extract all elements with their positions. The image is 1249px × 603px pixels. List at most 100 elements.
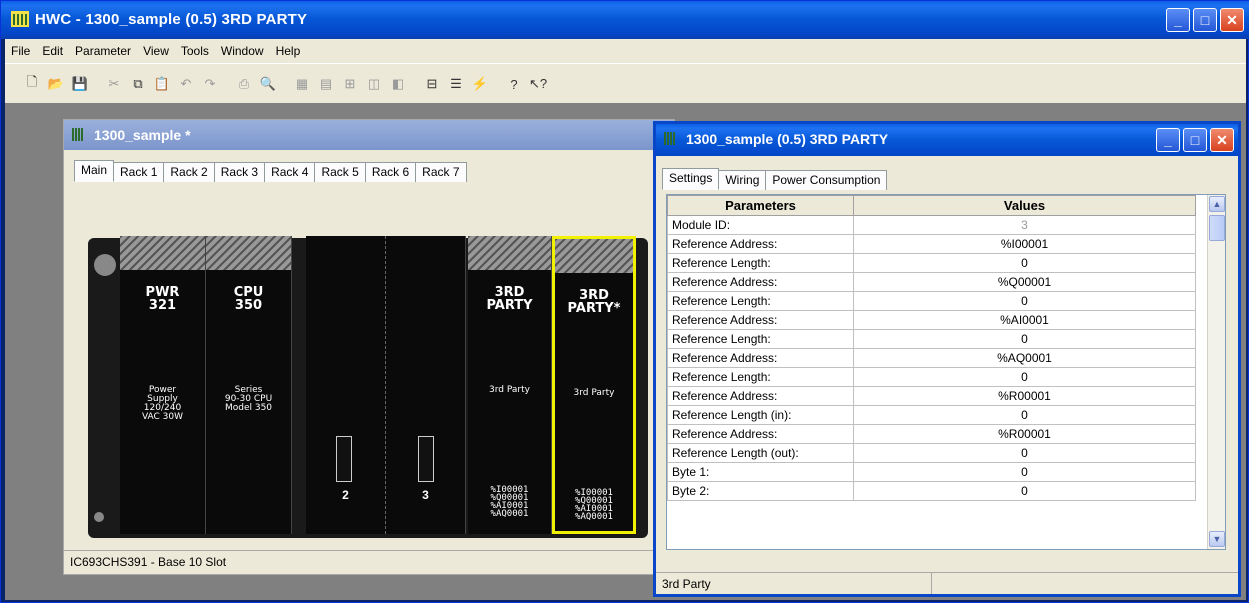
parameter-value-cell[interactable]: 0 bbox=[853, 253, 1196, 273]
rack-window-titlebar[interactable]: 1300_sample * bbox=[64, 120, 674, 150]
app-icon bbox=[11, 11, 29, 27]
param-status-text: 3rd Party bbox=[656, 573, 932, 594]
table-row[interactable]: Reference Address: %R00001 bbox=[667, 424, 1196, 444]
column-header-values[interactable]: Values bbox=[853, 195, 1196, 216]
table-row[interactable]: Reference Length (in): 0 bbox=[667, 405, 1196, 425]
print-preview-icon[interactable]: 🔍 bbox=[257, 73, 279, 95]
cut-icon[interactable]: ✂ bbox=[103, 73, 125, 95]
tab-rack-2[interactable]: Rack 2 bbox=[163, 162, 215, 182]
parameter-name-cell: Reference Address: bbox=[667, 386, 854, 406]
tab-wiring[interactable]: Wiring bbox=[718, 170, 767, 190]
status-resize-grip[interactable] bbox=[932, 573, 1238, 594]
parameter-value-cell[interactable]: 0 bbox=[853, 329, 1196, 349]
table-row[interactable]: Module ID: 3 bbox=[667, 215, 1196, 235]
menu-file[interactable]: File bbox=[11, 44, 30, 58]
scroll-down-icon[interactable]: ▼ bbox=[1209, 531, 1225, 547]
scroll-thumb[interactable] bbox=[1209, 215, 1225, 241]
redo-icon[interactable]: ↷ bbox=[199, 73, 221, 95]
menu-window[interactable]: Window bbox=[221, 44, 264, 58]
menu-edit[interactable]: Edit bbox=[42, 44, 63, 58]
param-minimize-button[interactable]: _ bbox=[1156, 128, 1180, 152]
print-icon[interactable]: ⎙ bbox=[233, 73, 255, 95]
tab-rack-6[interactable]: Rack 6 bbox=[364, 162, 417, 182]
table-row[interactable]: Reference Address: %R00001 bbox=[667, 386, 1196, 406]
table-row[interactable]: Reference Address: %Q00001 bbox=[667, 272, 1196, 292]
empty-slot-2[interactable]: 2 bbox=[306, 236, 386, 534]
scroll-up-icon[interactable]: ▲ bbox=[1209, 196, 1225, 212]
parameter-value-cell[interactable]: 0 bbox=[853, 462, 1196, 482]
tab-rack-3[interactable]: Rack 3 bbox=[213, 162, 266, 182]
tab-power-consumption[interactable]: Power Consumption bbox=[765, 170, 888, 190]
menu-parameter[interactable]: Parameter bbox=[75, 44, 131, 58]
tab-main[interactable]: Main bbox=[74, 160, 115, 182]
module-pwr321[interactable]: PWR 321 Power Supply 120/240 VAC 30W bbox=[120, 236, 206, 534]
table-row[interactable]: Reference Length: 0 bbox=[667, 291, 1196, 311]
module-alt-icon[interactable]: ◧ bbox=[387, 73, 409, 95]
parameter-value-cell[interactable]: %AI0001 bbox=[853, 310, 1196, 330]
parameter-name-cell: Byte 2: bbox=[667, 481, 854, 501]
module-desc-line: 3rd Party bbox=[573, 388, 615, 398]
table-row[interactable]: Reference Address: %I00001 bbox=[667, 234, 1196, 254]
parameter-value-cell[interactable]: 0 bbox=[853, 443, 1196, 463]
minimize-button[interactable]: _ bbox=[1166, 8, 1190, 32]
context-help-icon[interactable]: ↖? bbox=[527, 73, 549, 95]
paste-icon[interactable]: 📋 bbox=[151, 73, 173, 95]
module-icon[interactable]: ◫ bbox=[363, 73, 385, 95]
parameter-name-cell: Reference Address: bbox=[667, 424, 854, 444]
column-header-parameters[interactable]: Parameters bbox=[667, 195, 854, 216]
table-row[interactable]: Reference Address: %AQ0001 bbox=[667, 348, 1196, 368]
parameter-value-cell[interactable]: 0 bbox=[853, 291, 1196, 311]
verify-icon[interactable]: ⚡ bbox=[469, 73, 491, 95]
table-row[interactable]: Byte 1: 0 bbox=[667, 462, 1196, 482]
save-icon[interactable]: 💾 bbox=[69, 73, 91, 95]
tab-rack-5[interactable]: Rack 5 bbox=[314, 162, 366, 182]
report-icon[interactable]: ☰ bbox=[445, 73, 467, 95]
table-row[interactable]: Reference Length: 0 bbox=[667, 329, 1196, 349]
grid-alt-icon[interactable]: ▤ bbox=[315, 73, 337, 95]
parameter-value-cell[interactable]: %R00001 bbox=[853, 424, 1196, 444]
maximize-button[interactable]: □ bbox=[1193, 8, 1217, 32]
param-window-titlebar[interactable]: 1300_sample (0.5) 3RD PARTY _ □ ✕ bbox=[656, 124, 1238, 156]
open-icon[interactable]: 📂 bbox=[45, 73, 67, 95]
table-row[interactable]: Reference Length: 0 bbox=[667, 253, 1196, 273]
module-3rd-party-selected[interactable]: 3RD PARTY* 3rd Party %I00001 %Q00001 %AI000… bbox=[552, 236, 636, 534]
parameter-value-cell[interactable]: 3 bbox=[853, 215, 1196, 235]
parameter-value-cell[interactable]: 0 bbox=[853, 367, 1196, 387]
table-row[interactable]: Reference Length: 0 bbox=[667, 367, 1196, 387]
parameter-value-cell[interactable]: %AQ0001 bbox=[853, 348, 1196, 368]
tab-rack-1[interactable]: Rack 1 bbox=[113, 162, 165, 182]
grid-icon[interactable]: ▦ bbox=[291, 73, 313, 95]
undo-icon[interactable]: ↶ bbox=[175, 73, 197, 95]
copy-icon[interactable]: ⧉ bbox=[127, 73, 149, 95]
tab-rack-7[interactable]: Rack 7 bbox=[415, 162, 467, 182]
table-row[interactable]: Reference Length (out): 0 bbox=[667, 443, 1196, 463]
insert-module-icon[interactable]: ⊞ bbox=[339, 73, 361, 95]
xref-icon[interactable]: ⊟ bbox=[421, 73, 443, 95]
parameter-value-cell[interactable]: %R00001 bbox=[853, 386, 1196, 406]
module-app-icon bbox=[664, 132, 678, 145]
param-close-button[interactable]: ✕ bbox=[1210, 128, 1234, 152]
parameter-name-cell: Reference Address: bbox=[667, 310, 854, 330]
menu-help[interactable]: Help bbox=[276, 44, 301, 58]
table-row[interactable]: Byte 2: 0 bbox=[667, 481, 1196, 501]
new-icon[interactable]: 🗋 bbox=[21, 73, 43, 95]
parameter-value-cell[interactable]: 0 bbox=[853, 481, 1196, 501]
module-subtitle: 321 bbox=[148, 298, 177, 313]
tab-rack-4[interactable]: Rack 4 bbox=[264, 162, 316, 182]
parameter-value-cell[interactable]: %Q00001 bbox=[853, 272, 1196, 292]
param-maximize-button[interactable]: □ bbox=[1183, 128, 1207, 152]
menu-tools[interactable]: Tools bbox=[181, 44, 209, 58]
close-button[interactable]: ✕ bbox=[1220, 8, 1244, 32]
empty-slot-3[interactable]: 3 bbox=[386, 236, 466, 534]
parameter-value-cell[interactable]: %I00001 bbox=[853, 234, 1196, 254]
vertical-scrollbar[interactable]: ▲ ▼ bbox=[1207, 195, 1225, 549]
module-3rd-party[interactable]: 3RD PARTY 3rd Party %I00001 %Q00001 %AI0001… bbox=[468, 236, 552, 534]
menu-view[interactable]: View bbox=[143, 44, 169, 58]
table-row[interactable]: Reference Address: %AI0001 bbox=[667, 310, 1196, 330]
module-cpu350[interactable]: CPU 350 Series 90-30 CPU Model 350 bbox=[206, 236, 292, 534]
app-titlebar[interactable]: HWC - 1300_sample (0.5) 3RD PARTY _ □ ✕ bbox=[1, 1, 1249, 39]
module-subtitle: 350 bbox=[234, 298, 263, 313]
tab-settings[interactable]: Settings bbox=[662, 168, 720, 190]
help-icon[interactable]: ? bbox=[503, 73, 525, 95]
parameter-value-cell[interactable]: 0 bbox=[853, 405, 1196, 425]
